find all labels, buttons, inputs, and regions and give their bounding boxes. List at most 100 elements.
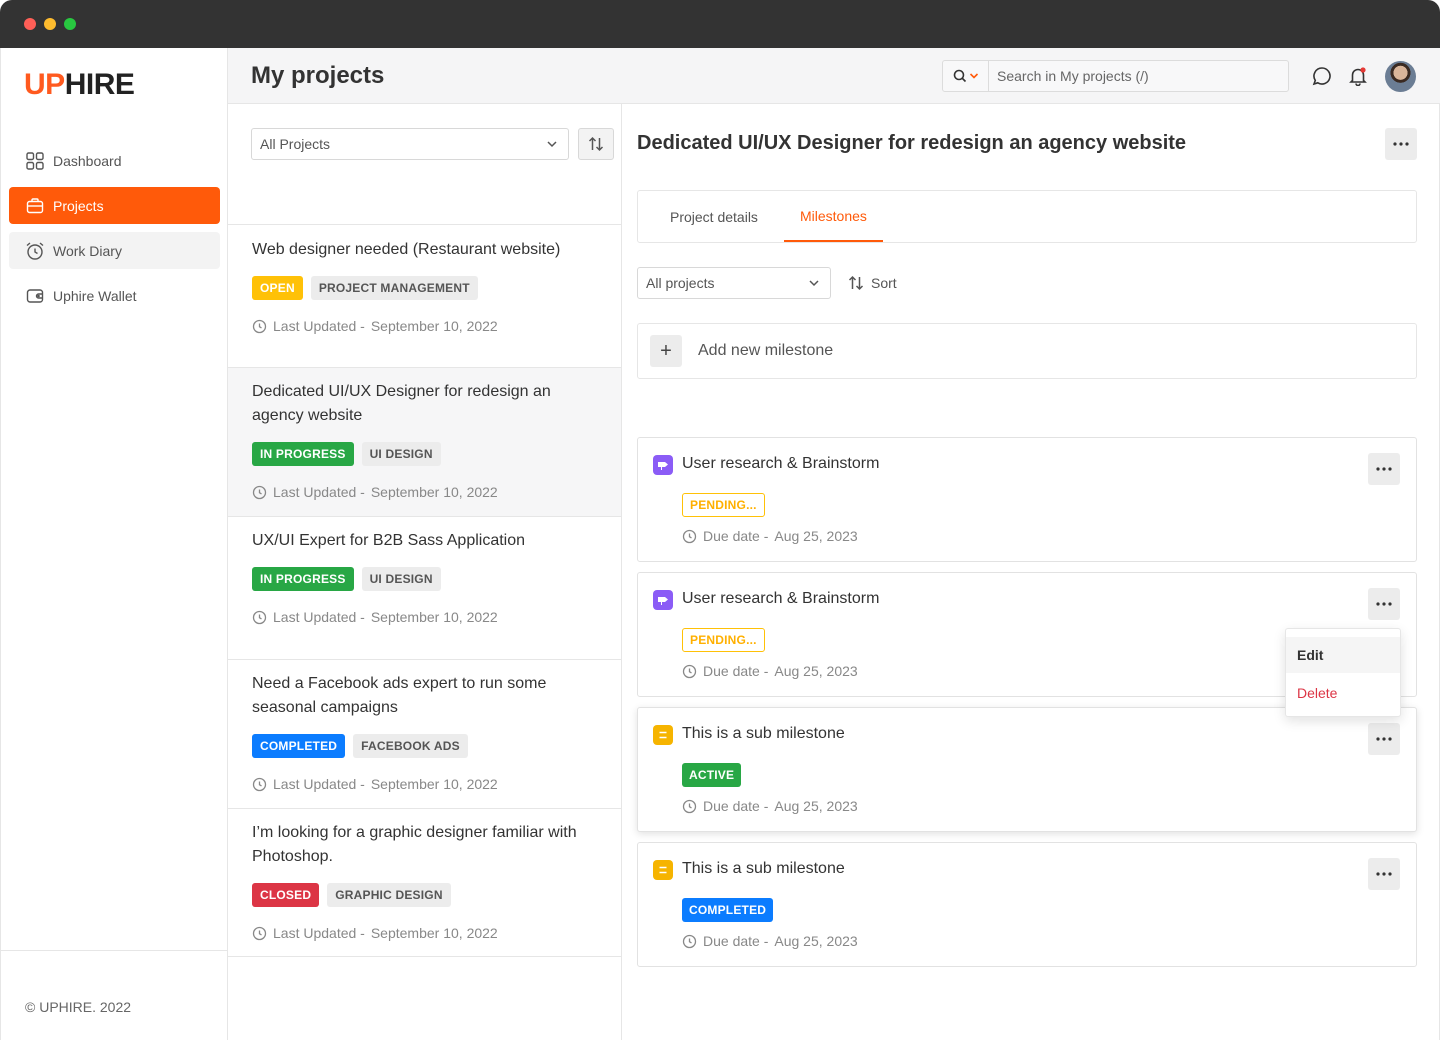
milestones-filter-select[interactable]: All projects [637,267,831,299]
tab-milestones[interactable]: Milestones [784,191,883,242]
due-label: Due date - [703,528,769,544]
milestones-filter-value: All projects [646,275,715,291]
search-bar [942,60,1289,92]
category-badge: FACEBOOK ADS [353,734,468,758]
sort-icon [588,136,604,152]
status-badge: COMPLETED [252,734,346,758]
sidebar-item-label: Dashboard [53,152,122,169]
more-horizontal-icon [1393,142,1409,146]
category-badge: UI DESIGN [361,567,441,591]
due-date: Aug 25, 2023 [774,528,858,544]
due-label: Due date - [703,933,769,949]
last-updated-label: Last Updated - [273,776,365,792]
project-title: Web designer needed (Restaurant website) [252,241,561,258]
milestone-card[interactable]: User research & Brainstorm PENDING... Du… [637,437,1417,562]
last-updated: Last Updated - September 10, 2022 [252,484,621,500]
due-date: Aug 25, 2023 [774,663,858,679]
project-card[interactable]: Need a Facebook ads expert to run some s… [228,659,621,808]
detail-tabs: Project details Milestones [637,190,1417,243]
search-input[interactable] [989,68,1279,84]
project-tags: COMPLETED FACEBOOK ADS [252,734,621,758]
milestone-title: This is a sub milestone [682,860,845,877]
sort-button[interactable] [578,128,614,160]
sidebar-item-label: Work Diary [53,242,122,259]
chat-icon[interactable] [1311,65,1333,87]
sidebar: UPHIRE Dashboard Projects Work Diary Uph… [1,48,228,1040]
clock-icon [252,777,267,791]
last-updated-label: Last Updated - [273,925,365,941]
sidebar-item-projects[interactable]: Projects [9,187,220,224]
wallet-icon [25,286,45,306]
add-milestone-button[interactable]: + Add new milestone [637,323,1417,379]
milestone-card[interactable]: This is a sub milestone ACTIVE Due date … [637,707,1417,832]
projects-filter-select[interactable]: All Projects [251,128,569,160]
grid-icon [25,151,45,171]
project-card[interactable]: I’m looking for a graphic designer famil… [228,808,621,957]
project-title: Dedicated UI/UX Designer for redesign an… [252,383,551,424]
search-scope-dropdown[interactable] [943,61,989,91]
status-badge: CLOSED [252,883,320,907]
maximize-window-button[interactable] [64,18,76,30]
project-detail-panel: Dedicated UI/UX Designer for redesign an… [622,104,1440,1040]
window-titlebar [0,0,1440,48]
more-horizontal-icon [1376,872,1392,876]
app-window: UPHIRE Dashboard Projects Work Diary Uph… [0,48,1440,1040]
more-horizontal-icon [1376,467,1392,471]
sidebar-nav: Dashboard Projects Work Diary Uphire Wal… [9,142,220,322]
milestone-more-button[interactable] [1368,723,1400,755]
last-updated: Last Updated - September 10, 2022 [252,776,621,792]
menu-item-delete[interactable]: Delete [1286,675,1400,711]
project-detail-title: Dedicated UI/UX Designer for redesign an… [637,132,1187,154]
clock-icon [252,319,267,333]
sidebar-item-uphire-wallet[interactable]: Uphire Wallet [9,277,220,314]
milestone-actions-menu: Edit Delete [1285,628,1401,717]
project-more-button[interactable] [1385,128,1417,160]
last-updated-label: Last Updated - [273,609,365,625]
project-tags: IN PROGRESS UI DESIGN [252,442,621,466]
milestone-due: Due date - Aug 25, 2023 [682,663,858,679]
project-card[interactable]: UX/UI Expert for B2B Sass Application IN… [228,516,621,659]
last-updated: Last Updated - September 10, 2022 [252,318,621,334]
milestones-sort-button[interactable]: Sort [847,267,897,299]
project-card[interactable]: Web designer needed (Restaurant website)… [228,224,621,367]
project-card-selected[interactable]: Dedicated UI/UX Designer for redesign an… [228,367,621,516]
sort-icon [848,275,864,291]
milestone-more-button[interactable] [1368,858,1400,890]
project-title: Need a Facebook ads expert to run some s… [252,675,547,716]
clock-icon [682,799,697,813]
due-date: Aug 25, 2023 [774,798,858,814]
last-updated-date: September 10, 2022 [370,318,498,334]
clock-icon [682,664,697,678]
minimize-window-button[interactable] [44,18,56,30]
projects-filter-value: All Projects [260,136,331,152]
bell-icon[interactable] [1347,65,1369,87]
last-updated-label: Last Updated - [273,484,365,500]
project-tags: IN PROGRESS UI DESIGN [252,567,621,591]
copyright-text: © UPHIRE. 2022 [25,999,132,1015]
last-updated-date: September 10, 2022 [370,609,498,625]
more-horizontal-icon [1376,602,1392,606]
close-window-button[interactable] [24,18,36,30]
milestone-card[interactable]: This is a sub milestone COMPLETED Due da… [637,842,1417,967]
status-badge: IN PROGRESS [252,442,354,466]
milestone-title: This is a sub milestone [682,725,845,742]
tab-project-details[interactable]: Project details [654,191,774,242]
last-updated: Last Updated - September 10, 2022 [252,609,621,625]
chevron-down-icon [809,280,819,287]
project-tags: OPEN PROJECT MANAGEMENT [252,276,621,300]
sidebar-item-dashboard[interactable]: Dashboard [9,142,220,179]
category-badge: PROJECT MANAGEMENT [310,276,478,300]
sidebar-item-work-diary[interactable]: Work Diary [9,232,220,269]
user-avatar[interactable] [1385,61,1416,92]
chevron-down-icon [969,73,978,79]
milestone-more-button[interactable] [1368,588,1400,620]
add-milestone-label: Add new milestone [698,342,834,359]
signpost-icon [653,455,673,475]
clock-icon [252,485,267,499]
project-tags: CLOSED GRAPHIC DESIGN [252,883,621,907]
milestone-more-button[interactable] [1368,453,1400,485]
last-updated-date: September 10, 2022 [370,776,498,792]
milestone-due: Due date - Aug 25, 2023 [682,798,858,814]
uphire-logo[interactable]: UPHIRE [24,68,135,102]
menu-item-edit[interactable]: Edit [1286,637,1400,673]
